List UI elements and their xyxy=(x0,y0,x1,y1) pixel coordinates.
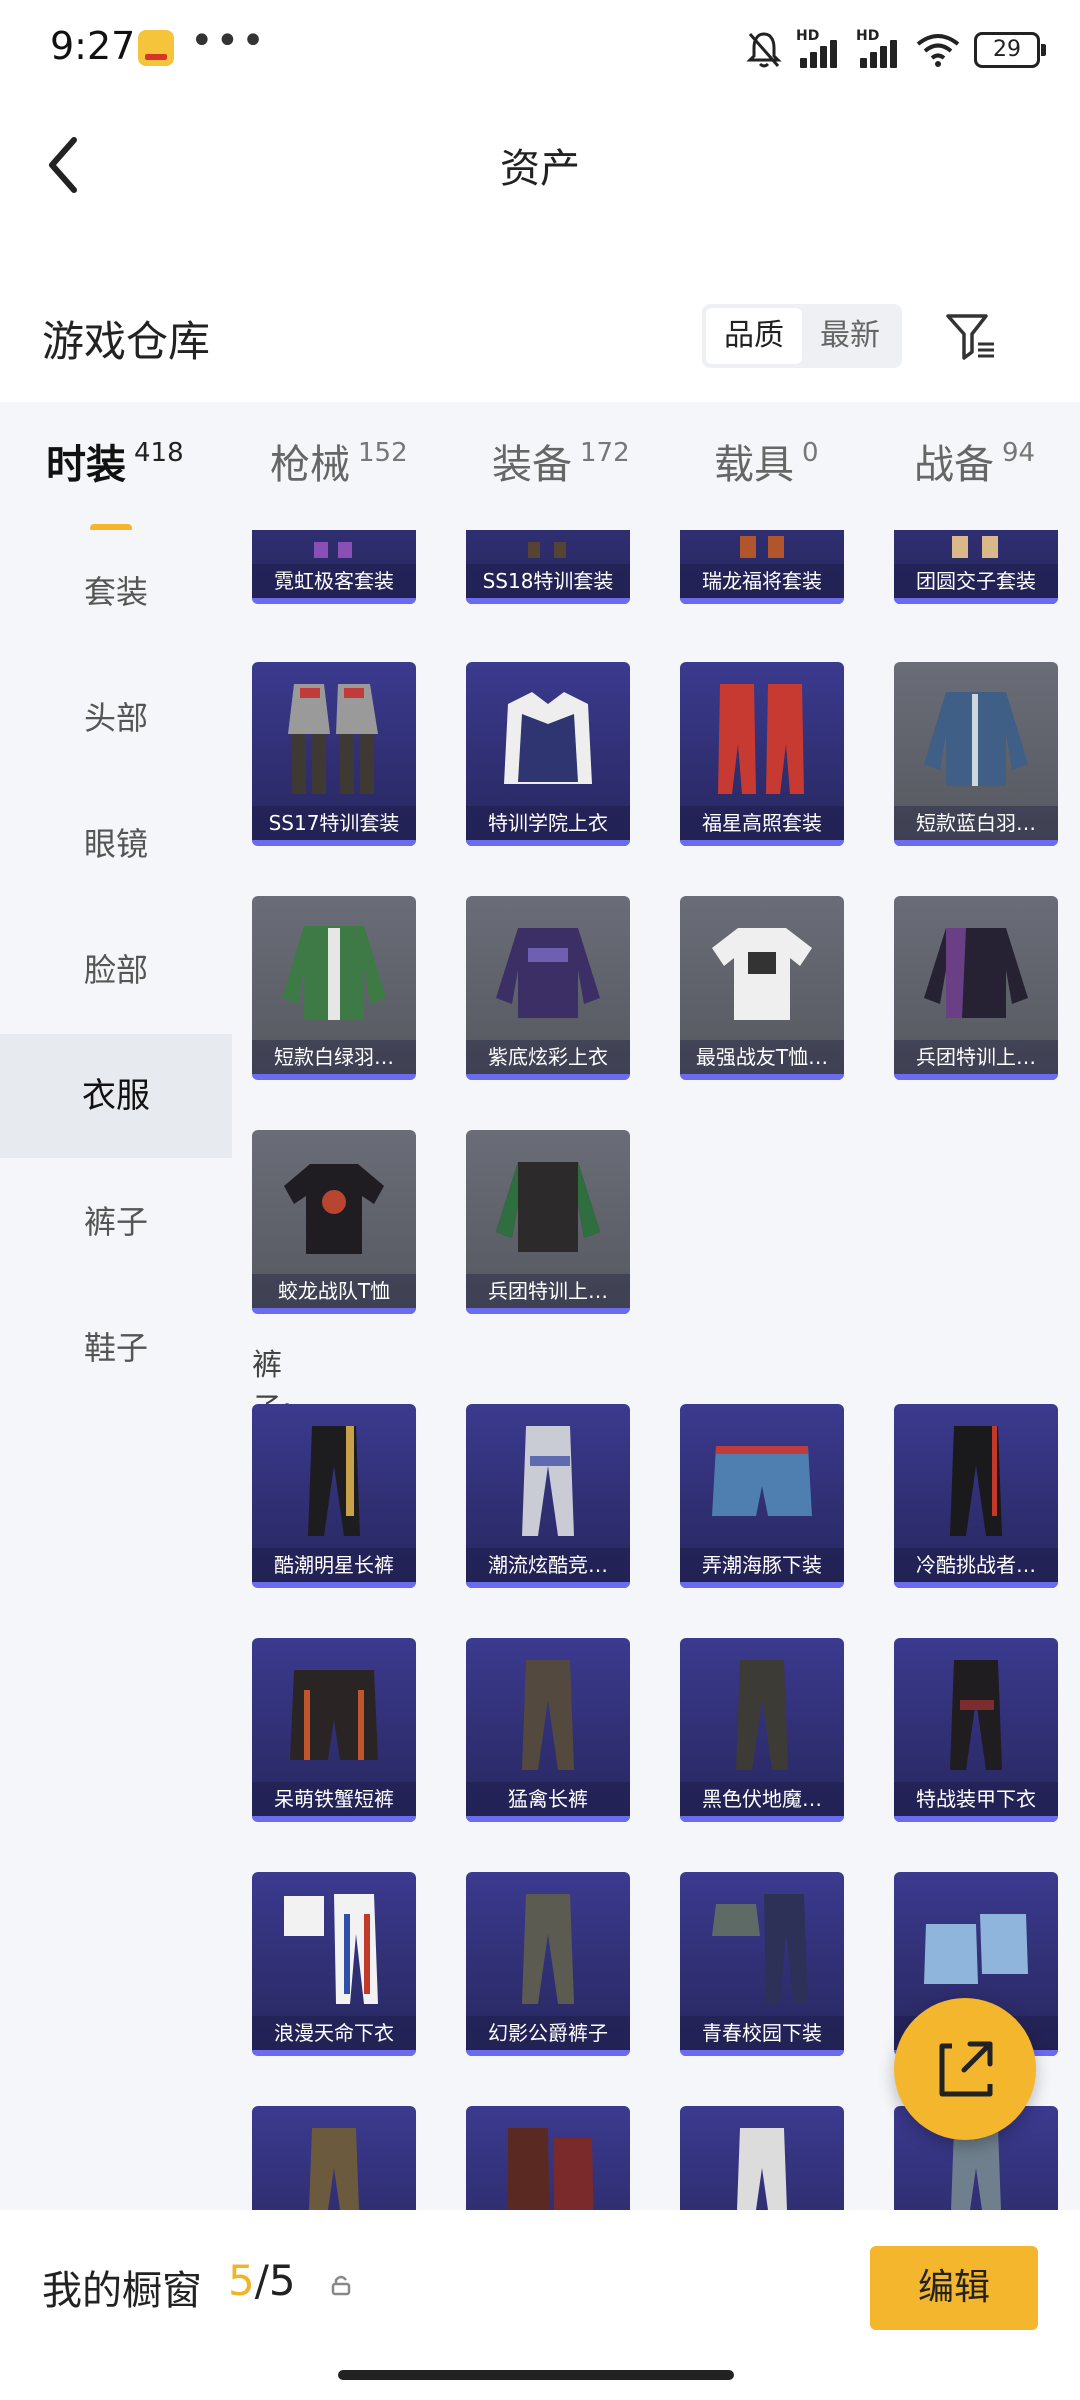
status-time: 9:27 xyxy=(50,24,136,68)
outfit-icon xyxy=(718,684,804,794)
item-card[interactable]: 特训学院上衣 xyxy=(466,662,630,846)
jacket-icon xyxy=(282,926,386,1020)
pants-icon xyxy=(284,1894,378,2004)
tshirt-icon xyxy=(712,928,812,1020)
item-card[interactable]: 短款白绿羽… xyxy=(252,896,416,1080)
item-card[interactable]: 冷酷挑战者… xyxy=(894,1404,1058,1588)
share-button[interactable] xyxy=(894,1998,1036,2140)
signal-2-icon: HD xyxy=(856,28,902,68)
outfit-icon xyxy=(314,542,352,558)
item-card[interactable] xyxy=(680,2106,844,2210)
sidebar-item-face[interactable]: 脸部 xyxy=(0,908,232,1032)
app-notification-icon xyxy=(138,30,174,66)
item-card[interactable]: 特战装甲下衣 xyxy=(894,1638,1058,1822)
battery-icon: 29 xyxy=(974,32,1046,68)
edit-button[interactable]: 编辑 xyxy=(870,2246,1038,2330)
jacket-icon xyxy=(924,928,1028,1018)
pants-icon xyxy=(309,2128,359,2210)
tshirt-icon xyxy=(284,1164,384,1254)
vest-icon xyxy=(504,692,592,784)
showcase-count: 5/5 xyxy=(228,2256,296,2305)
shorts-icon xyxy=(290,1670,378,1760)
home-indicator xyxy=(338,2370,734,2380)
tab-fashion[interactable]: 时装 418 xyxy=(46,432,184,532)
item-card[interactable]: 黑色伏地魔… xyxy=(680,1638,844,1822)
item-card[interactable]: 弄潮海豚下装 xyxy=(680,1404,844,1588)
warehouse-title: 游戏仓库 xyxy=(42,317,211,366)
item-card[interactable]: 最强战友T恤… xyxy=(680,896,844,1080)
share-external-icon xyxy=(939,2041,993,2097)
pants-icon xyxy=(308,1426,360,1536)
item-card[interactable]: 霓虹极客套装 xyxy=(252,530,416,604)
item-card[interactable]: 福星高照套装 xyxy=(680,662,844,846)
sort-quality-button[interactable]: 品质 xyxy=(706,308,802,364)
jacket-icon xyxy=(496,928,600,1018)
item-card[interactable]: 短款蓝白羽… xyxy=(894,662,1058,846)
shorts-icon xyxy=(924,1914,1028,1984)
item-card[interactable]: SS18特训套装 xyxy=(466,530,630,604)
pants-icon xyxy=(736,1660,788,1770)
item-card[interactable] xyxy=(466,2106,630,2210)
tab-vehicles[interactable]: 载具 0 xyxy=(714,432,819,490)
item-card[interactable]: 酷潮明星长裤 xyxy=(252,1404,416,1588)
tab-equipment[interactable]: 装备 172 xyxy=(492,432,630,490)
sidebar-item-pants[interactable]: 裤子 xyxy=(0,1160,232,1284)
outfit-icon xyxy=(288,684,378,794)
page-title: 资产 xyxy=(500,146,580,192)
item-card[interactable]: SS17特训套装 xyxy=(252,662,416,846)
sidebar-item-sets[interactable]: 套装 xyxy=(0,530,232,654)
item-card[interactable]: 兵团特训上… xyxy=(894,896,1058,1080)
item-card[interactable]: 浪漫天命下衣 xyxy=(252,1872,416,2056)
showcase-label: 我的橱窗 xyxy=(42,2268,202,2314)
pants-icon xyxy=(522,1660,574,1770)
item-card[interactable]: 呆萌铁蟹短裤 xyxy=(252,1638,416,1822)
nav-bar: 资产 xyxy=(0,110,1080,220)
category-tabs: 时装 418 枪械 152 装备 172 载具 0 战备 94 xyxy=(0,402,1080,532)
item-card[interactable]: 紫底炫彩上衣 xyxy=(466,896,630,1080)
pants-icon xyxy=(508,2128,594,2210)
item-card[interactable] xyxy=(252,2106,416,2210)
sort-toggle: 品质 最新 xyxy=(702,304,902,368)
item-card[interactable]: 潮流炫酷竞… xyxy=(466,1404,630,1588)
pants-icon xyxy=(712,1894,808,2004)
item-card[interactable]: 蛟龙战队T恤 xyxy=(252,1130,416,1314)
sidebar-item-head[interactable]: 头部 xyxy=(0,656,232,780)
item-card[interactable]: 瑞龙福将套装 xyxy=(680,530,844,604)
lock-icon xyxy=(331,2275,351,2296)
jacket-icon xyxy=(924,692,1028,786)
item-card[interactable]: 猛禽长裤 xyxy=(466,1638,630,1822)
item-card[interactable]: 青春校园下装 xyxy=(680,1872,844,2056)
signal-1-icon: HD xyxy=(796,28,842,68)
sidebar-item-clothes[interactable]: 衣服 xyxy=(0,1034,232,1158)
pants-icon xyxy=(522,1426,574,1536)
sort-latest-button[interactable]: 最新 xyxy=(802,308,898,364)
filter-icon[interactable] xyxy=(942,308,998,364)
outfit-icon xyxy=(952,536,998,558)
jacket-icon xyxy=(496,1162,600,1252)
tab-gear[interactable]: 战备 94 xyxy=(914,432,1035,490)
outfit-icon xyxy=(528,542,566,558)
pants-icon xyxy=(950,1660,1002,1770)
shorts-icon xyxy=(712,1446,812,1516)
mute-bell-icon xyxy=(746,32,782,68)
item-grid-area: 霓虹极客套装 SS18特训套装 瑞龙福将套装 团圆交子套装 SS17特训套装 特… xyxy=(232,530,1080,2210)
wifi-icon xyxy=(916,34,960,67)
pants-icon xyxy=(950,1426,1002,1536)
item-card[interactable]: 幻影公爵裤子 xyxy=(466,1872,630,2056)
status-bar: 9:27 ••• HD HD 29 xyxy=(0,0,1080,100)
tab-guns[interactable]: 枪械 152 xyxy=(270,432,408,490)
pants-icon xyxy=(522,1894,574,2004)
sidebar: 套装 头部 眼镜 脸部 衣服 裤子 鞋子 xyxy=(0,530,232,2210)
sidebar-item-shoes[interactable]: 鞋子 xyxy=(0,1286,232,1410)
sidebar-item-glasses[interactable]: 眼镜 xyxy=(0,782,232,906)
item-card[interactable]: 兵团特训上… xyxy=(466,1130,630,1314)
pants-icon xyxy=(737,2128,787,2210)
more-notifications-icon: ••• xyxy=(190,18,267,64)
item-card[interactable]: 团圆交子套装 xyxy=(894,530,1058,604)
outfit-icon xyxy=(740,536,784,558)
